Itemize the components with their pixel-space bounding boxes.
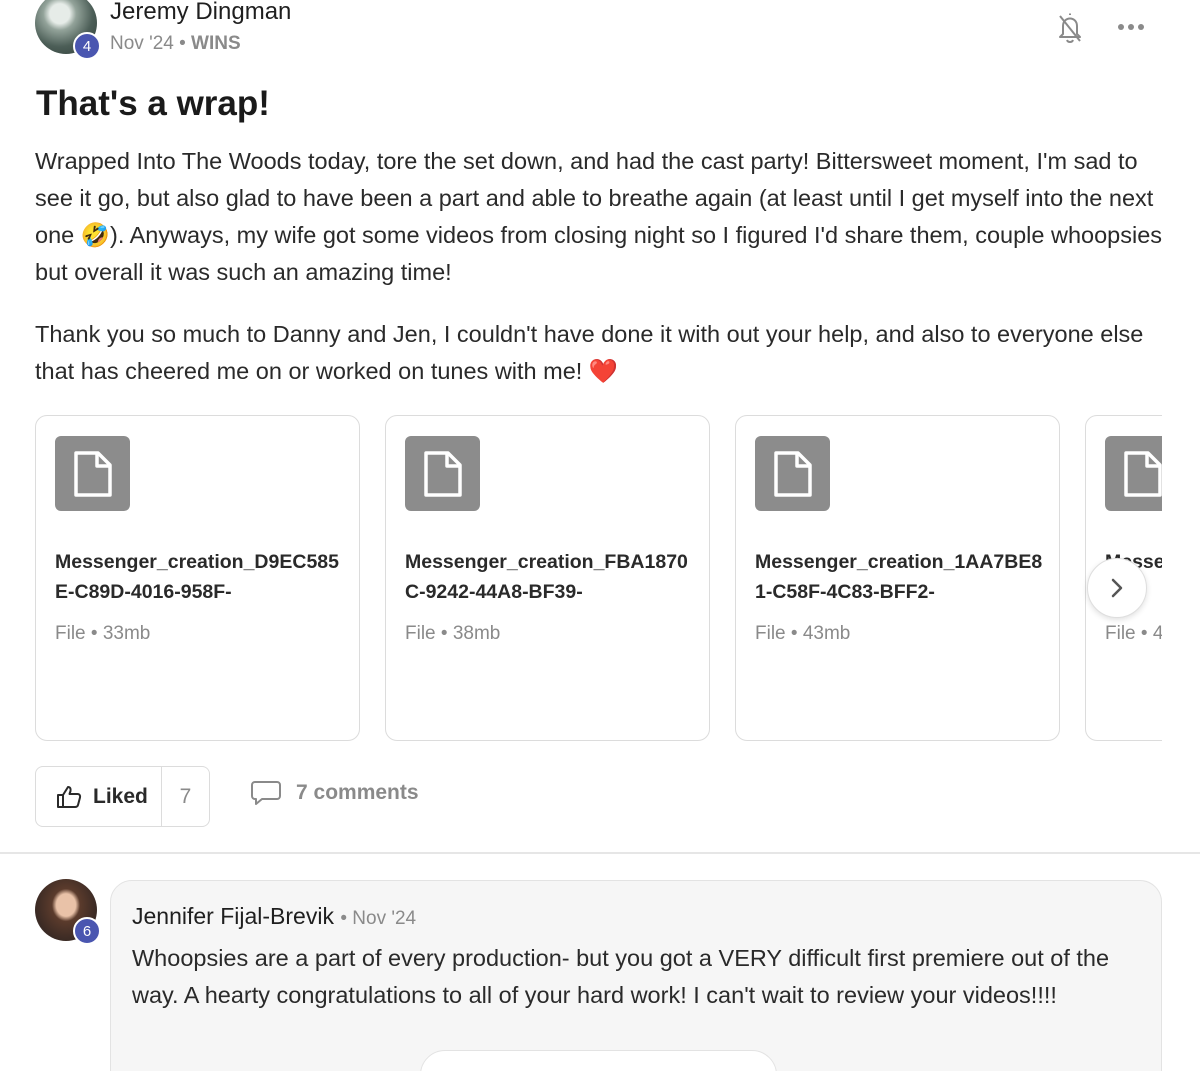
file-name: Messenger_creation_FBA1870C-9242-44A8-BF… bbox=[405, 551, 688, 603]
comments-label: 7 comments bbox=[296, 781, 419, 804]
attachment-card[interactable]: Messenger_creation_FBA1870C-9242-44A8-BF… bbox=[385, 415, 710, 741]
comment-header: Jennifer Fijal-Brevik • Nov '24 bbox=[132, 903, 416, 930]
file-name: Messenger_creation_1AA7BE81-C58F-4C83-BF… bbox=[755, 551, 1043, 603]
post-title: That's a wrap! bbox=[36, 84, 270, 123]
comment-date: • Nov '24 bbox=[340, 908, 417, 929]
attachment-card[interactable]: Messenger_creation_1AA7BE81-C58F-4C83-BF… bbox=[735, 415, 1060, 741]
file-thumbnail bbox=[755, 436, 830, 511]
author-name[interactable]: Jeremy Dingman bbox=[110, 0, 291, 26]
meta-separator: • bbox=[179, 33, 186, 54]
file-icon bbox=[423, 450, 462, 497]
file-icon bbox=[1123, 450, 1162, 497]
comment-text: Whoopsies are a part of every production… bbox=[132, 945, 1110, 1008]
bell-off-icon bbox=[1059, 13, 1081, 44]
post-date: Nov '24 bbox=[110, 33, 174, 54]
comment-bubble: Jennifer Fijal-Brevik • Nov '24 Whoopsie… bbox=[110, 880, 1162, 1071]
file-meta: File • 4 bbox=[1105, 623, 1162, 644]
comments-link[interactable]: 7 comments bbox=[250, 780, 419, 806]
post-paragraph: Wrapped Into The Woods today, tore the s… bbox=[35, 148, 1163, 285]
file-meta: File • 38mb bbox=[405, 623, 501, 644]
more-options-button[interactable] bbox=[1113, 12, 1149, 42]
file-meta: File • 43mb bbox=[755, 623, 851, 644]
like-label: Liked bbox=[93, 784, 148, 808]
file-icon bbox=[773, 450, 812, 497]
chevron-right-icon bbox=[1111, 578, 1123, 598]
file-icon bbox=[73, 450, 112, 497]
thumbs-up-icon bbox=[57, 785, 82, 808]
reply-control[interactable] bbox=[420, 1050, 777, 1071]
file-name: Messenger_creation_D9EC585E-C89D-4016-95… bbox=[55, 551, 339, 603]
carousel-next-button[interactable] bbox=[1087, 558, 1147, 618]
level-badge: 4 bbox=[73, 32, 101, 60]
commenter-name[interactable]: Jennifer Fijal-Brevik bbox=[132, 903, 334, 929]
attachment-card[interactable]: Messenger_creation_D9EC585E-C89D-4016-95… bbox=[35, 415, 360, 741]
post-body: Wrapped Into The Woods today, tore the s… bbox=[35, 143, 1165, 415]
notifications-toggle-button[interactable] bbox=[1053, 10, 1087, 46]
post-meta: Nov '24 • WINS bbox=[110, 33, 241, 55]
file-thumbnail bbox=[405, 436, 480, 511]
like-count[interactable]: 7 bbox=[162, 767, 209, 826]
section-divider bbox=[0, 852, 1200, 854]
like-button[interactable]: Liked bbox=[36, 767, 162, 826]
comment-icon bbox=[251, 781, 281, 805]
file-meta: File • 33mb bbox=[55, 623, 151, 644]
post-category[interactable]: WINS bbox=[191, 33, 241, 54]
like-control: Liked 7 bbox=[35, 766, 210, 827]
post-paragraph: Thank you so much to Danny and Jen, I co… bbox=[35, 321, 1144, 384]
post-header: 4 Jeremy Dingman Nov '24 • WINS bbox=[35, 0, 1165, 62]
file-thumbnail bbox=[1105, 436, 1162, 511]
level-badge: 6 bbox=[73, 917, 101, 945]
attachments-carousel: Messenger_creation_D9EC585E-C89D-4016-95… bbox=[35, 415, 1162, 742]
more-horizontal-icon bbox=[1118, 24, 1144, 30]
file-thumbnail bbox=[55, 436, 130, 511]
